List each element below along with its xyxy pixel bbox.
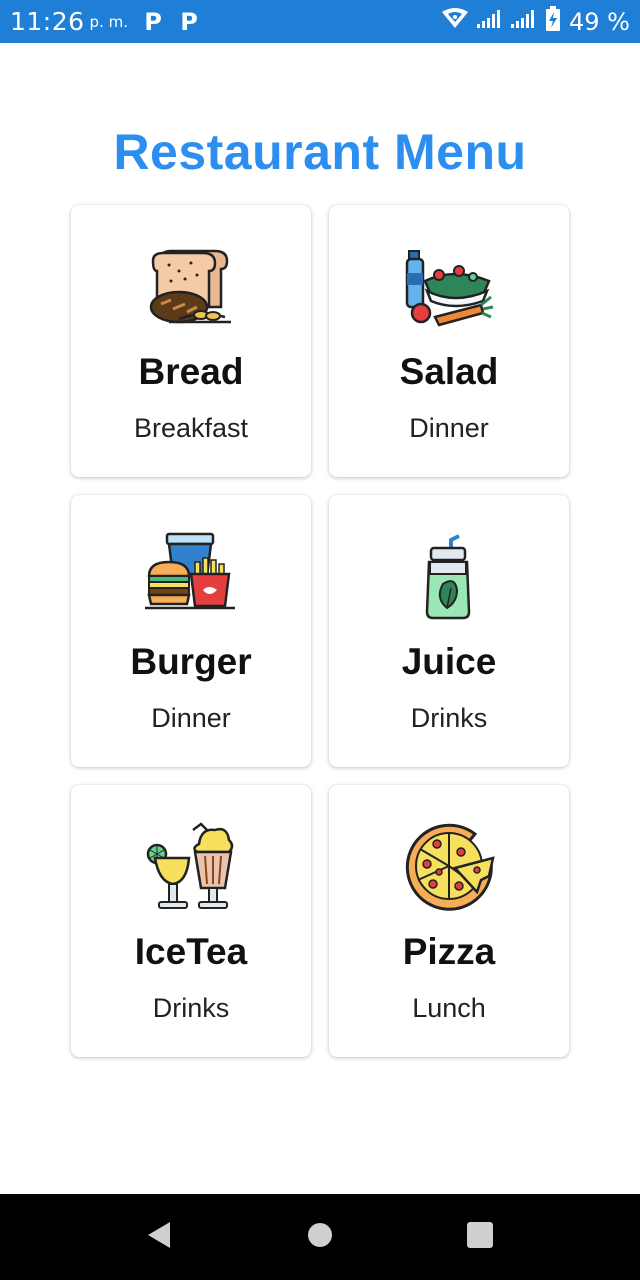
menu-item-name: Bread xyxy=(138,351,244,392)
recents-square-icon xyxy=(466,1221,494,1254)
menu-item-name: Pizza xyxy=(402,931,496,972)
menu-card-pizza[interactable]: Pizza Lunch xyxy=(329,785,569,1057)
home-button[interactable] xyxy=(280,1194,360,1280)
menu-item-name: IceTea xyxy=(134,931,248,972)
notification-p-icon: P xyxy=(144,7,162,36)
status-time: 11:26 xyxy=(10,7,85,36)
battery-percentage: 49 % xyxy=(569,7,630,36)
menu-card-salad[interactable]: Salad Dinner xyxy=(329,205,569,477)
menu-item-category: Breakfast xyxy=(133,413,249,443)
menu-card-bread[interactable]: Bread Breakfast xyxy=(71,205,311,477)
notification-p-icon: P xyxy=(180,7,198,36)
menu-item-category: Drinks xyxy=(152,993,230,1023)
back-button[interactable] xyxy=(118,1194,198,1280)
home-circle-icon xyxy=(306,1221,334,1254)
menu-item-name: Juice xyxy=(401,641,497,682)
status-bar: 11:26 p. m. P P 49 % xyxy=(0,0,640,43)
menu-card-burger[interactable]: Burger Dinner xyxy=(71,495,311,767)
menu-item-category: Dinner xyxy=(151,703,231,733)
menu-item-name: Salad xyxy=(399,351,499,392)
menu-card-icetea[interactable]: IceTea Drinks xyxy=(71,785,311,1057)
status-ampm: p. m. xyxy=(89,12,128,31)
signal-icon xyxy=(477,9,503,34)
burger-icon xyxy=(141,532,241,619)
menu-item-name: Burger xyxy=(130,641,252,682)
signal-icon xyxy=(511,9,537,34)
navigation-bar xyxy=(0,1194,640,1280)
menu-item-category: Lunch xyxy=(412,993,486,1023)
juice-icon xyxy=(399,534,499,620)
menu-item-category: Dinner xyxy=(409,413,489,443)
bread-icon xyxy=(141,245,241,329)
icetea-icon xyxy=(141,822,241,909)
pizza-icon xyxy=(399,823,499,911)
wifi-icon xyxy=(441,8,469,35)
page-title: Restaurant Menu xyxy=(113,124,527,180)
menu-card-juice[interactable]: Juice Drinks xyxy=(329,495,569,767)
back-triangle-icon xyxy=(144,1220,172,1255)
recents-button[interactable] xyxy=(440,1194,520,1280)
battery-charging-icon xyxy=(545,6,561,37)
salad-icon xyxy=(399,245,499,329)
menu-item-category: Drinks xyxy=(410,703,488,733)
